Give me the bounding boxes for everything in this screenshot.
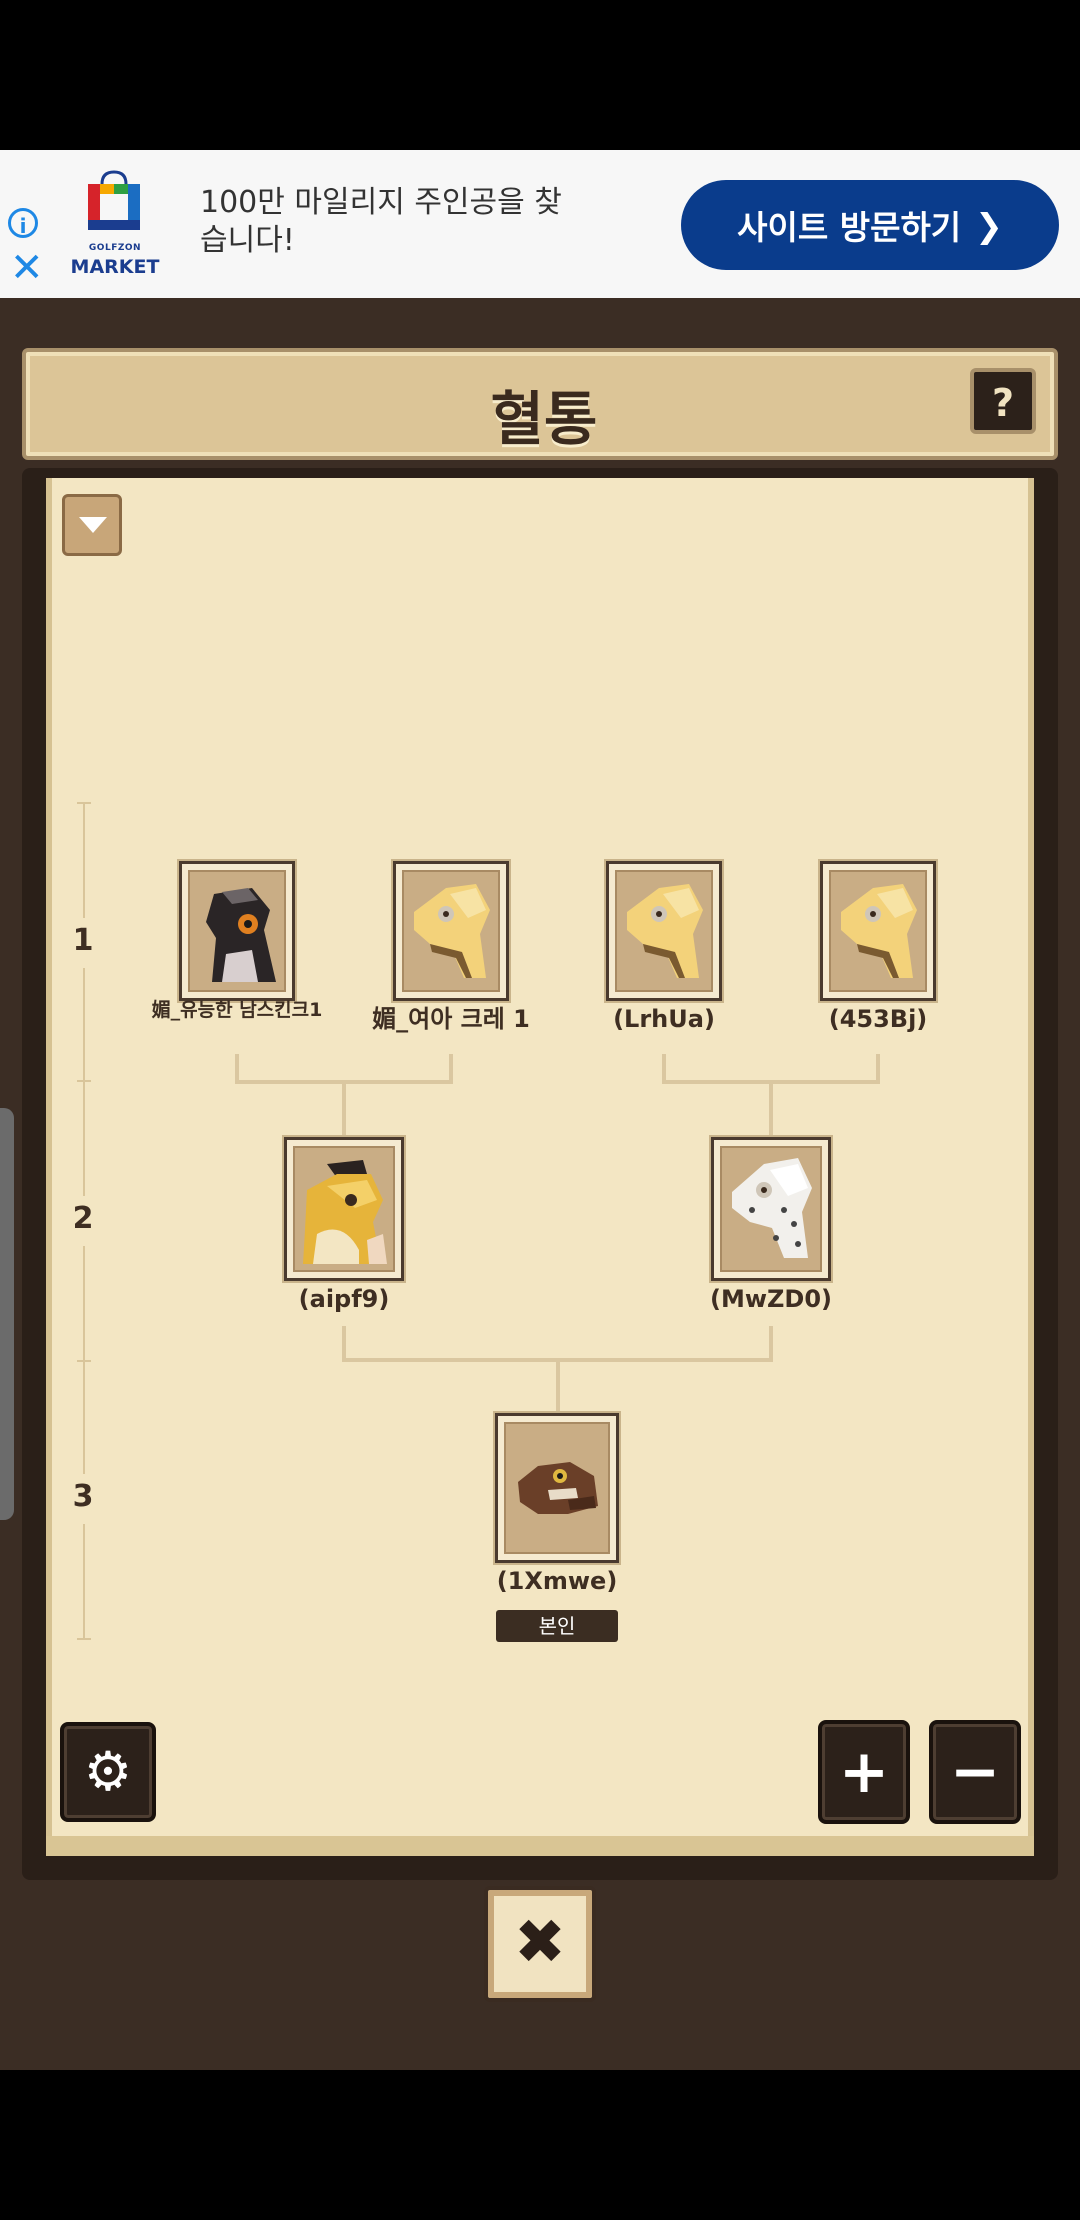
lineage-card-gen1-3[interactable] [606, 861, 722, 1001]
help-button[interactable]: ? [970, 368, 1036, 434]
generation-label-1: 1 [72, 923, 94, 958]
lineage-name: (453Bj) [828, 1005, 928, 1033]
info-icon[interactable]: i [8, 208, 38, 238]
settings-button[interactable]: ⚙ [60, 1722, 156, 1822]
axis-tick [77, 1080, 91, 1082]
lineage-card-gen1-1[interactable] [179, 861, 295, 1001]
lineage-card-gen2-2[interactable] [711, 1137, 831, 1281]
lineage-name: (aipf9) [298, 1285, 390, 1313]
lineage-name: (1Xmwe) [496, 1567, 618, 1595]
axis-tick [77, 1638, 91, 1640]
white-gecko-icon [724, 1150, 818, 1268]
lineage-name: (LrhUa) [613, 1005, 715, 1033]
lineage-card-gen2-1[interactable] [284, 1137, 404, 1281]
visit-site-button[interactable]: 사이트 방문하기 ❯ [681, 180, 1059, 270]
visit-site-label: 사이트 방문하기 [737, 208, 962, 247]
lineage-name: 媚_유능한 남스킨크1 [151, 999, 323, 1021]
ad-headline: 100만 마일리지 주인공을 찾습니다! [200, 185, 562, 258]
gear-icon: ⚙ [83, 1740, 133, 1803]
close-ad-icon[interactable]: ✕ [10, 248, 44, 288]
self-badge: 본인 [496, 1610, 618, 1642]
generation-label-3: 3 [72, 1479, 94, 1514]
lineage-card-gen1-2[interactable] [393, 861, 509, 1001]
dark-gecko-icon [192, 874, 282, 988]
lineage-name: 媚_여아 크레 1 [372, 1005, 530, 1033]
tree-connector [342, 1080, 346, 1138]
brown-gecko-icon [508, 1426, 606, 1550]
tree-connector [769, 1080, 773, 1138]
golfzon-market-logo-icon [88, 170, 140, 230]
zoom-in-button[interactable]: + [818, 1720, 910, 1824]
plus-icon: + [838, 1737, 890, 1807]
tree-connector [556, 1358, 560, 1414]
lineage-panel [46, 478, 1034, 1848]
ad-banner[interactable]: i ✕ GOLFZON MARKET 100만 마일리지 주인공을 찾습니다! … [0, 150, 1080, 299]
tree-connector [342, 1326, 346, 1360]
yellow-gecko-icon [619, 874, 709, 988]
yellow-gecko-icon [406, 874, 496, 988]
tree-connector [769, 1326, 773, 1360]
edge-panel-handle[interactable] [0, 1108, 14, 1520]
lineage-name: (MwZD0) [709, 1285, 832, 1313]
bottom-black-bar [0, 2070, 1080, 2220]
chevron-right-icon: ❯ [975, 205, 1003, 245]
generation-label-2: 2 [72, 1201, 94, 1236]
minus-icon: − [949, 1737, 1001, 1807]
golden-gecko-icon [297, 1150, 391, 1268]
axis-tick [77, 802, 91, 804]
close-button[interactable]: ✖ [484, 1886, 596, 2002]
lineage-card-gen3-self[interactable] [495, 1413, 619, 1563]
chevron-down-icon [79, 517, 107, 533]
page-title: 혈통 [490, 385, 598, 453]
zoom-out-button[interactable]: − [929, 1720, 1021, 1824]
yellow-gecko-icon [833, 874, 923, 988]
ad-logo-text: MARKET [70, 256, 160, 278]
axis-tick [77, 1360, 91, 1362]
collapse-button[interactable] [62, 494, 122, 556]
lineage-card-gen1-4[interactable] [820, 861, 936, 1001]
title-bar: 혈통 [22, 348, 1058, 460]
close-icon: ✖ [514, 1905, 566, 1978]
panel-bottom-edge [46, 1836, 1034, 1856]
ad-logo-subtext: GOLFZON [88, 243, 142, 253]
